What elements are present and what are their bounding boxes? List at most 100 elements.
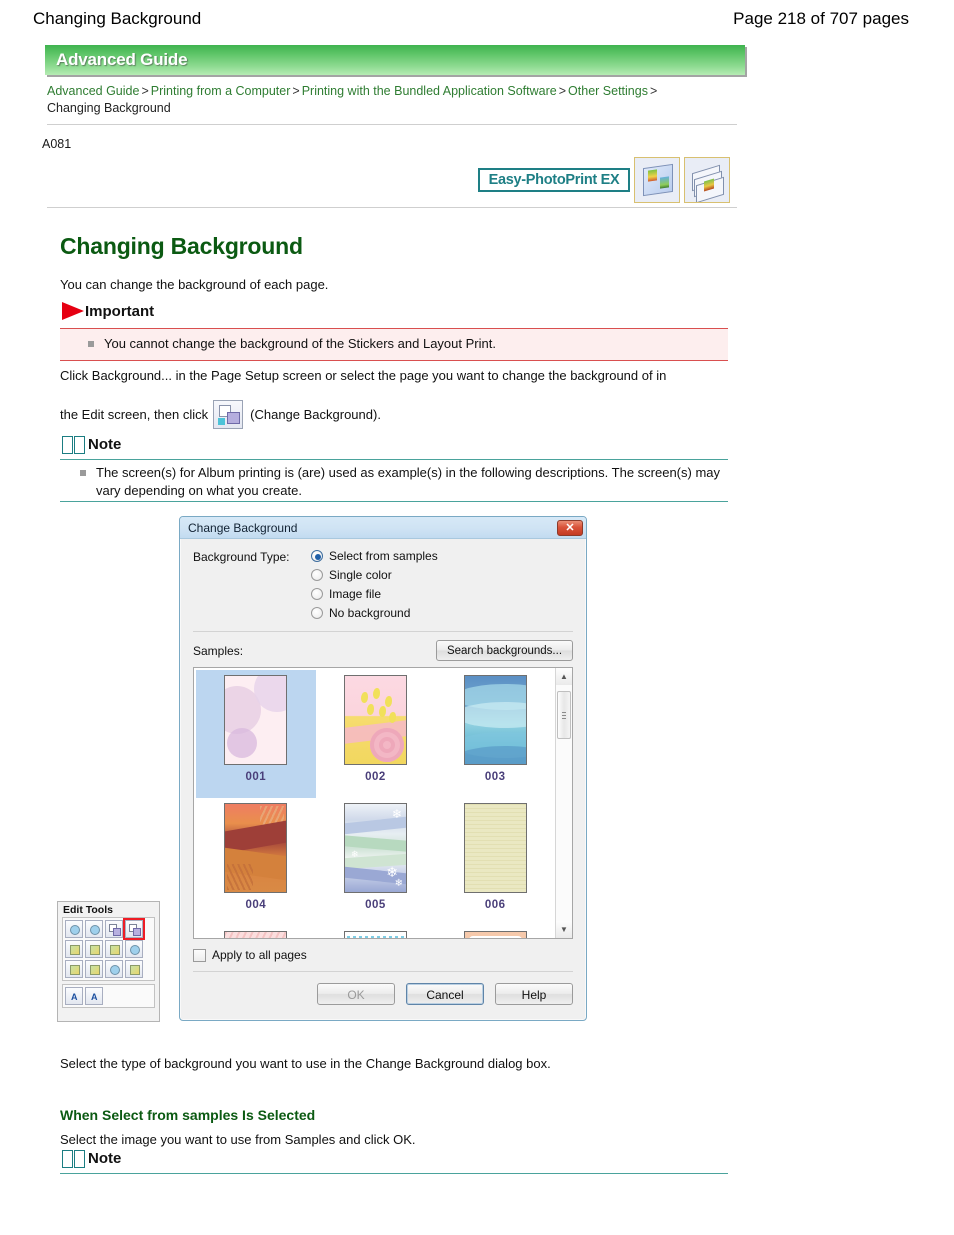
note-header: Note xyxy=(62,434,121,456)
crop-image-tool[interactable] xyxy=(105,940,123,958)
edit-tools-title: Edit Tools xyxy=(63,904,113,916)
delete-page-tool[interactable] xyxy=(85,960,103,978)
divider-mid xyxy=(47,207,737,208)
important-label: Important xyxy=(85,303,155,320)
page-counter: Page 218 of 707 pages xyxy=(733,9,909,28)
scroll-up-icon[interactable]: ▲ xyxy=(556,668,572,685)
breadcrumb-item-printing-from-a-computer[interactable]: Printing from a Computer xyxy=(151,84,291,98)
sample-item-partial-2[interactable] xyxy=(316,926,436,938)
cancel-button[interactable]: Cancel xyxy=(406,983,484,1005)
dialog-divider-1 xyxy=(193,631,573,632)
radio-indicator xyxy=(311,588,323,600)
correct-image-tool[interactable] xyxy=(85,940,103,958)
note-divider-top xyxy=(60,459,728,460)
breadcrumb: Advanced Guide > Printing from a Computer >… xyxy=(47,83,747,117)
sample-thumbnail xyxy=(224,675,288,765)
book-icon xyxy=(62,436,85,454)
note-divider-bottom xyxy=(60,501,728,502)
photo-sheets-icon xyxy=(684,157,730,203)
palette-tool[interactable] xyxy=(125,960,143,978)
layout-tool[interactable] xyxy=(105,920,123,938)
divider-top xyxy=(47,124,737,125)
zoom-image-tool[interactable] xyxy=(125,940,143,958)
scrollbar-thumb[interactable] xyxy=(557,691,571,739)
samples-grid: 001 002 003 004 ❄ ❄ ❄ ❄ 005 006 xyxy=(194,668,555,938)
sample-caption: 001 xyxy=(245,771,267,783)
page-title: Changing Background xyxy=(33,9,202,28)
important-callout: You cannot change the background of the … xyxy=(60,328,728,361)
radio-indicator xyxy=(311,607,323,619)
bullet-square-icon xyxy=(88,341,94,347)
sample-caption: 005 xyxy=(365,899,386,911)
radio-single-color[interactable]: Single color xyxy=(311,568,438,582)
click-background-paragraph: Click Background... in the Page Setup sc… xyxy=(60,366,725,429)
breadcrumb-separator: > xyxy=(141,84,149,98)
dialog-titlebar[interactable]: Change Background ✕ xyxy=(180,517,586,539)
important-item-text: You cannot change the background of the … xyxy=(104,336,496,351)
dialog-body: Background Type: Select from samples Sin… xyxy=(180,539,586,1005)
album-book-icon xyxy=(634,157,680,203)
radio-label: No background xyxy=(329,606,411,620)
ok-button[interactable]: OK xyxy=(317,983,395,1005)
product-badge-label: Easy-PhotoPrint EX xyxy=(478,168,630,192)
background-type-row: Background Type: Select from samples Sin… xyxy=(193,549,573,620)
dialog-title: Change Background xyxy=(188,520,298,535)
close-icon[interactable]: ✕ xyxy=(557,519,583,536)
apply-to-all-pages-checkbox[interactable]: Apply to all pages xyxy=(193,948,573,962)
sample-item-002[interactable]: 002 xyxy=(316,670,436,798)
breadcrumb-separator: > xyxy=(649,84,658,98)
rotate-right-tool[interactable] xyxy=(85,920,103,938)
background-type-radio-group: Select from samples Single color Image f… xyxy=(311,549,438,620)
sample-caption: 002 xyxy=(365,771,386,783)
sample-caption: 004 xyxy=(245,899,267,911)
red-flag-icon xyxy=(62,302,84,320)
sample-item-003[interactable]: 003 xyxy=(435,670,555,798)
add-page-tool[interactable] xyxy=(65,960,83,978)
sample-item-partial-3[interactable] xyxy=(435,926,555,938)
change-background-button-icon xyxy=(213,400,244,429)
rotate-left-tool[interactable] xyxy=(65,920,83,938)
breadcrumb-item-other-settings[interactable]: Other Settings xyxy=(568,84,648,98)
sample-item-005[interactable]: ❄ ❄ ❄ ❄ 005 xyxy=(316,798,436,926)
sample-thumbnail xyxy=(463,931,527,938)
click-background-line3: (Change Background). xyxy=(250,407,381,422)
note-label: Note xyxy=(88,436,122,453)
article-heading: Changing Background xyxy=(60,233,303,260)
radio-indicator xyxy=(311,569,323,581)
sample-item-001[interactable]: 001 xyxy=(196,670,316,798)
sample-thumbnail: ❄ ❄ ❄ ❄ xyxy=(343,803,407,893)
samples-scrollbar[interactable]: ▲ ▼ xyxy=(555,668,572,938)
sample-item-partial-1[interactable] xyxy=(196,926,316,938)
samples-header-row: Samples: Search backgrounds... xyxy=(193,640,573,661)
sample-caption: 006 xyxy=(484,899,506,911)
samples-list[interactable]: 001 002 003 004 ❄ ❄ ❄ ❄ 005 006 ▲ ▼ xyxy=(193,667,573,939)
sample-thumbnail xyxy=(463,803,527,893)
add-text-tool[interactable]: A xyxy=(65,987,83,1005)
close-glyph: ✕ xyxy=(565,521,575,534)
note-divider-top-2 xyxy=(60,1173,728,1174)
scrollbar-track[interactable] xyxy=(556,685,572,921)
radio-image-file[interactable]: Image file xyxy=(311,587,438,601)
book-icon xyxy=(62,1150,85,1168)
sample-item-006[interactable]: 006 xyxy=(435,798,555,926)
checkbox-indicator xyxy=(193,948,206,962)
banner-label: Advanced Guide xyxy=(56,50,188,69)
edit-text-tool[interactable]: A xyxy=(85,987,103,1005)
background-type-label: Background Type: xyxy=(193,550,290,564)
advanced-guide-banner: Advanced Guide xyxy=(45,45,745,75)
radio-label: Select from samples xyxy=(329,549,438,563)
shape-tool[interactable] xyxy=(105,960,123,978)
breadcrumb-item-advanced-guide[interactable]: Advanced Guide xyxy=(47,84,139,98)
radio-select-from-samples[interactable]: Select from samples xyxy=(311,549,438,563)
help-button[interactable]: Help xyxy=(495,983,573,1005)
note-item-text: The screen(s) for Album printing is (are… xyxy=(96,465,721,498)
sample-item-004[interactable]: 004 xyxy=(196,798,316,926)
breadcrumb-item-printing-bundled-software[interactable]: Printing with the Bundled Application So… xyxy=(302,84,557,98)
change-background-tool[interactable] xyxy=(123,918,145,940)
add-image-tool[interactable] xyxy=(65,940,83,958)
scroll-down-icon[interactable]: ▼ xyxy=(556,921,572,938)
radio-no-background[interactable]: No background xyxy=(311,606,438,620)
search-backgrounds-button[interactable]: Search backgrounds... xyxy=(436,640,573,661)
note-item: The screen(s) for Album printing is (are… xyxy=(60,464,720,500)
sample-thumbnail xyxy=(224,803,288,893)
